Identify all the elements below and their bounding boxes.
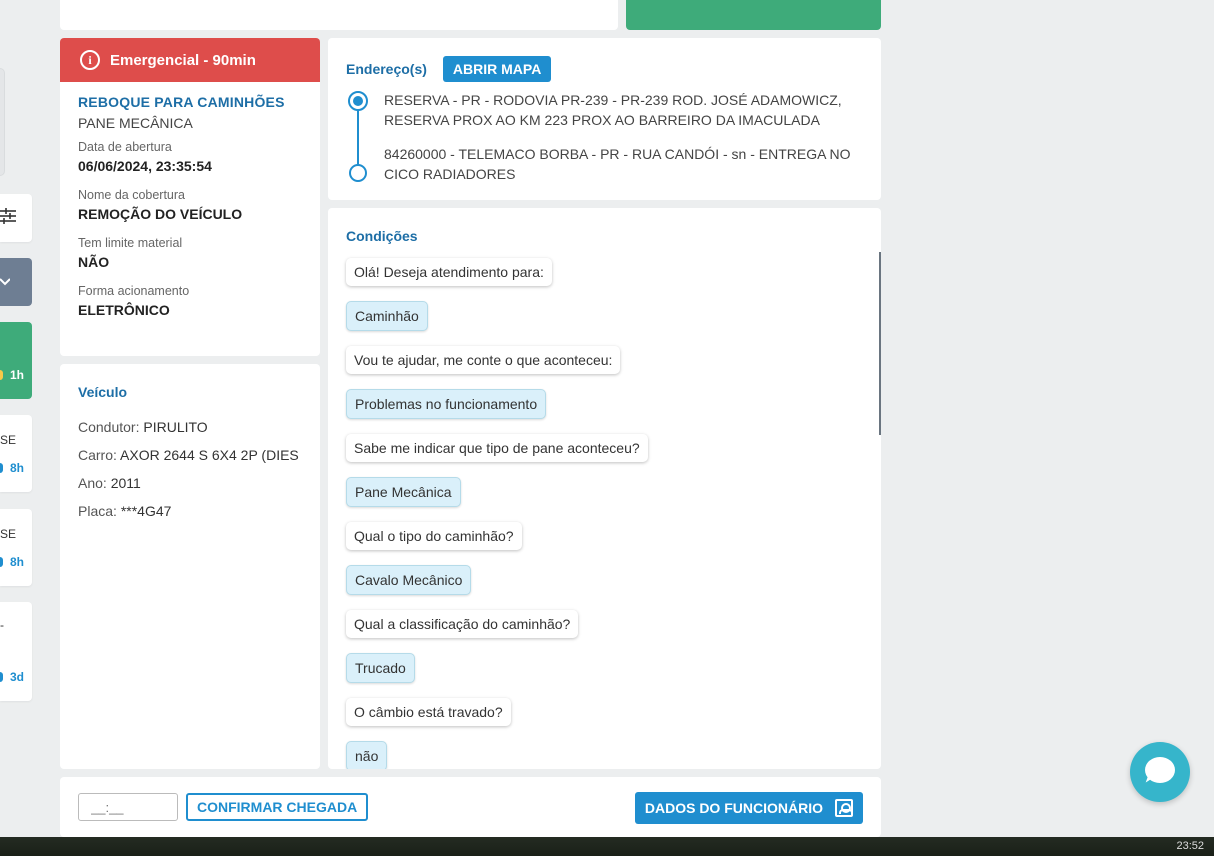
vehicle-row-plate: Placa: ***4G47: [78, 503, 172, 519]
field-value: ELETRÔNICO: [78, 302, 170, 318]
top-action-button[interactable]: [626, 0, 881, 30]
status-dot: [0, 557, 3, 567]
service-subtitle: PANE MECÂNICA: [78, 115, 193, 131]
vehicle-heading: Veículo: [78, 384, 128, 400]
selected-service-card[interactable]: 1h: [0, 322, 32, 399]
field-label: Nome da cobertura: [78, 188, 186, 202]
service-title: REBOQUE PARA CAMINHÕES: [78, 94, 285, 110]
route-line: [357, 108, 359, 172]
field-value: NÃO: [78, 254, 110, 270]
open-map-button[interactable]: ABRIR MAPA: [442, 56, 552, 82]
address-heading: Endereço(s): [346, 61, 427, 77]
vehicle-card: Veículo Condutor: PIRULITO Carro: AXOR 2…: [60, 364, 320, 769]
service-card[interactable]: SE 8h: [0, 509, 32, 586]
destination-address: 84260000 - TELEMACO BORBA - PR - RUA CAN…: [384, 146, 851, 182]
field-label: Tem limite material: [78, 236, 183, 250]
employee-data-button[interactable]: DADOS DO FUNCIONÁRIO: [634, 792, 863, 824]
conditions-card: Condições Olá! Deseja atendimento para: …: [328, 208, 881, 769]
chat-question: Vou te ajudar, me conte o que aconteceu:: [346, 346, 621, 374]
vehicle-row-car: Carro: AXOR 2644 S 6X4 2P (DIES: [78, 447, 299, 463]
service-card-time: 8h: [9, 555, 24, 569]
taskbar-clock: 23:52: [1176, 840, 1204, 852]
chat-answer: Cavalo Mecânico: [346, 565, 472, 595]
field-label: Data de abertura: [78, 140, 172, 154]
os-taskbar: 23:52: [0, 837, 1214, 856]
service-card-text: SE: [0, 527, 17, 541]
chat-answer: Trucado: [346, 653, 415, 683]
chat-bubble-tail: [1145, 774, 1156, 785]
chat-question: O câmbio está travado?: [346, 698, 511, 726]
chat-answer: não: [346, 741, 388, 769]
collapse-button[interactable]: [0, 258, 32, 306]
filter-sliders-icon: [0, 207, 16, 230]
service-card-time: 8h: [9, 461, 24, 475]
employee-button-label: DADOS DO FUNCIONÁRIO: [644, 800, 823, 816]
chat-question: Qual o tipo do caminhão?: [346, 522, 522, 550]
filter-button[interactable]: [0, 194, 32, 242]
vehicle-row-year: Ano: 2011: [78, 475, 141, 491]
service-card-text: SE: [0, 433, 17, 447]
address-card: Endereço(s) ABRIR MAPA RESERVA - PR - RO…: [328, 38, 881, 200]
top-input-field[interactable]: [60, 0, 618, 30]
conditions-scrollbar[interactable]: [879, 252, 881, 435]
priority-label: Emergencial - 90min: [110, 51, 256, 69]
destination-marker-icon: [349, 164, 367, 182]
chevron-down-icon: [0, 273, 11, 291]
chat-question: Qual a classificação do caminhão?: [346, 610, 579, 638]
action-footer: CONFIRMAR CHEGADA DADOS DO FUNCIONÁRIO: [60, 777, 881, 837]
service-card-time: 1h: [9, 368, 24, 382]
conditions-heading: Condições: [346, 228, 418, 244]
chat-question: Sabe me indicar que tipo de pane acontec…: [346, 434, 648, 462]
chat-answer: Pane Mecânica: [346, 477, 461, 507]
service-info-card: i Emergencial - 90min REBOQUE PARA CAMIN…: [60, 38, 320, 356]
chat-support-button[interactable]: [1130, 742, 1190, 802]
status-dot: [0, 370, 3, 380]
confirm-arrival-button[interactable]: CONFIRMAR CHEGADA: [186, 793, 369, 821]
priority-banner: i Emergencial - 90min: [60, 38, 320, 82]
field-value: 06/06/2024, 23:35:54: [78, 158, 212, 174]
chat-answer: Problemas no funcionamento: [346, 389, 547, 419]
field-value: REMOÇÃO DO VEÍCULO: [78, 206, 243, 222]
side-panel-edge: [0, 68, 5, 176]
origin-marker-icon: [348, 91, 368, 111]
status-dot: [0, 672, 3, 682]
service-card-text: -: [0, 618, 4, 632]
conditions-chat[interactable]: Olá! Deseja atendimento para: Caminhão V…: [346, 258, 871, 769]
status-dot: [0, 463, 3, 473]
service-card[interactable]: - 3d: [0, 602, 32, 701]
service-card-time: 3d: [9, 670, 24, 684]
field-label: Forma acionamento: [78, 284, 190, 298]
service-card[interactable]: SE 8h: [0, 415, 32, 492]
arrival-time-input[interactable]: [78, 793, 178, 821]
chat-answer: Caminhão: [346, 301, 428, 331]
employee-badge-icon: [835, 799, 853, 817]
origin-address: RESERVA - PR - RODOVIA PR-239 - PR-239 R…: [384, 92, 842, 128]
chat-question: Olá! Deseja atendimento para:: [346, 258, 552, 286]
vehicle-row-driver: Condutor: PIRULITO: [78, 419, 208, 435]
info-icon: i: [80, 50, 100, 70]
